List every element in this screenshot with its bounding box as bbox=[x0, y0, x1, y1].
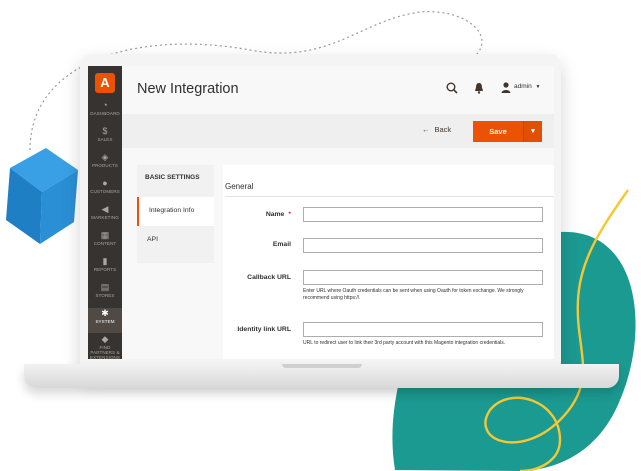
search-icon[interactable] bbox=[446, 82, 458, 94]
sidebar-item-customers[interactable]: ● Customers bbox=[88, 178, 122, 203]
tab-integration-info[interactable]: Integration Info bbox=[137, 197, 214, 226]
sidebar-item-label: Reports bbox=[93, 267, 117, 272]
section-title: General bbox=[225, 182, 254, 191]
sidebar-item-stores[interactable]: ▤ Stores bbox=[88, 282, 122, 307]
blue-cube bbox=[6, 148, 78, 244]
sidebar-item-system[interactable]: ✱ System bbox=[88, 308, 122, 333]
section-divider bbox=[225, 196, 554, 197]
admin-sidebar: A ◔ Dashboard $ Sales ◈ Products ● Custo… bbox=[88, 66, 122, 359]
sidebar-item-label: Products bbox=[91, 163, 119, 168]
cube-icon: ◈ bbox=[101, 152, 109, 162]
integration-form: General Name * Email Callback URL Enter U… bbox=[223, 165, 554, 359]
name-input[interactable] bbox=[303, 207, 543, 222]
sidebar-item-label: Stores bbox=[95, 293, 115, 298]
storefront-icon: ▤ bbox=[100, 282, 110, 292]
name-label: Name * bbox=[223, 211, 291, 218]
speedometer-icon: ◔ bbox=[102, 100, 108, 110]
email-label: Email bbox=[272, 241, 291, 248]
gear-icon: ✱ bbox=[101, 308, 109, 318]
sidebar-item-label: Customers bbox=[90, 189, 120, 194]
page-title: New Integration bbox=[137, 81, 239, 97]
puzzle-icon: ◆ bbox=[101, 334, 109, 344]
sidebar-item-label: System bbox=[95, 319, 115, 324]
admin-username: admin bbox=[514, 83, 532, 90]
tab-api[interactable]: API bbox=[137, 226, 214, 255]
user-icon[interactable] bbox=[501, 82, 511, 93]
callback-url-label: Callback URL bbox=[247, 274, 291, 281]
layout-icon: ▦ bbox=[100, 230, 110, 240]
admin-user-menu[interactable]: admin ▼ bbox=[514, 83, 540, 90]
arrow-left-icon: ← bbox=[422, 125, 430, 134]
save-options-toggle[interactable]: ▼ bbox=[523, 121, 542, 142]
sidebar-item-label: Find Partners & Extensions bbox=[89, 345, 120, 359]
dollar-icon: $ bbox=[102, 126, 108, 136]
callback-url-note: Enter URL where Oauth credentials can be… bbox=[303, 288, 524, 301]
callback-url-input[interactable] bbox=[303, 270, 543, 285]
bar-chart-icon: ▮ bbox=[102, 256, 108, 266]
email-input[interactable] bbox=[303, 238, 543, 253]
laptop-base bbox=[24, 364, 619, 388]
sidebar-item-reports[interactable]: ▮ Reports bbox=[88, 256, 122, 281]
sidebar-item-label: Sales bbox=[97, 137, 113, 142]
back-label: Back bbox=[434, 125, 452, 134]
chevron-down-icon: ▼ bbox=[535, 84, 541, 90]
sidebar-item-products[interactable]: ◈ Products bbox=[88, 152, 122, 177]
sidebar-item-label: Dashboard bbox=[90, 111, 120, 116]
identity-link-url-input[interactable] bbox=[303, 322, 543, 337]
tab-label: Integration Info bbox=[149, 207, 195, 214]
sidebar-item-label: Content bbox=[93, 241, 117, 246]
tabs-title: BASIC SETTINGS bbox=[145, 174, 200, 181]
sidebar-item-partners[interactable]: ◆ Find Partners & Extensions bbox=[88, 334, 122, 359]
sidebar-item-sales[interactable]: $ Sales bbox=[88, 126, 122, 151]
identity-link-url-label: Identity link URL bbox=[237, 326, 291, 333]
sidebar-item-label: Marketing bbox=[91, 215, 119, 220]
name-label-text: Name bbox=[265, 211, 285, 218]
bell-icon[interactable] bbox=[474, 82, 484, 94]
admin-screen: A ◔ Dashboard $ Sales ◈ Products ● Custo… bbox=[88, 66, 554, 359]
sidebar-item-marketing[interactable]: ◀ Marketing bbox=[88, 204, 122, 229]
sidebar-item-dashboard[interactable]: ◔ Dashboard bbox=[88, 100, 122, 125]
magento-logo[interactable]: A bbox=[95, 73, 115, 93]
tab-label: API bbox=[147, 236, 158, 243]
required-marker: * bbox=[288, 211, 291, 218]
settings-tabs: BASIC SETTINGS Integration Info API bbox=[137, 165, 214, 263]
identity-link-url-note: URL to redirect user to link their 3rd p… bbox=[303, 340, 506, 346]
caret-down-icon: ▼ bbox=[529, 128, 537, 135]
megaphone-icon: ◀ bbox=[101, 204, 109, 214]
laptop-notch bbox=[281, 364, 362, 368]
sidebar-item-content[interactable]: ▦ Content bbox=[88, 230, 122, 255]
person-icon: ● bbox=[102, 178, 108, 188]
back-button[interactable]: ← Back bbox=[422, 125, 451, 134]
save-button[interactable]: Save bbox=[473, 121, 523, 142]
